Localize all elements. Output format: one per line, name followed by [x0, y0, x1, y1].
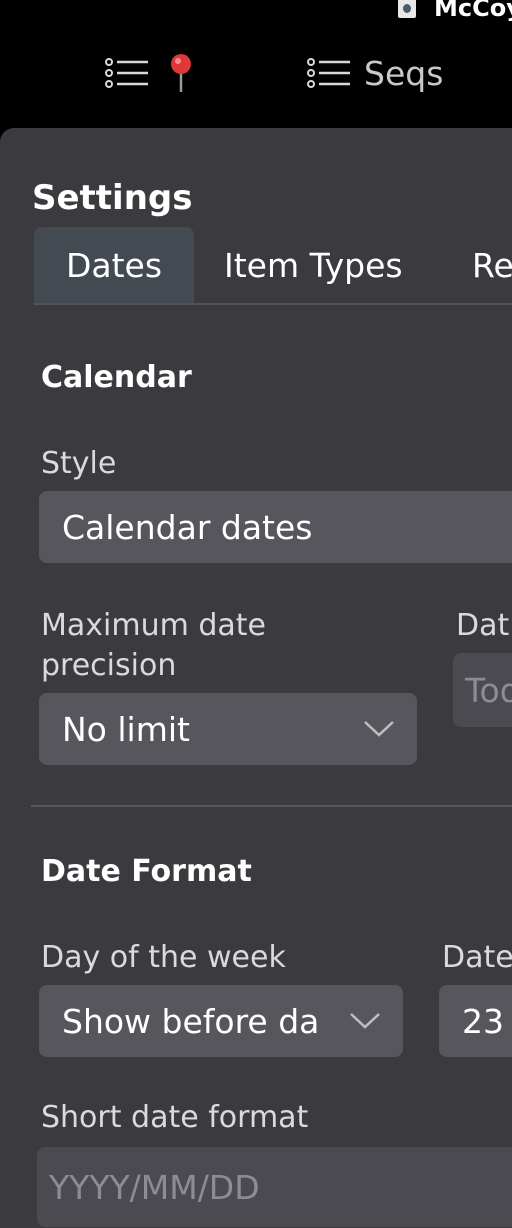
short-date-format-label: Short date format [41, 1100, 309, 1135]
chevron-down-icon [364, 721, 394, 737]
date-field-label: Dat [456, 608, 510, 643]
user-badge[interactable]: McCoy [398, 0, 512, 22]
short-date-format-placeholder: YYYY/MM/DD [49, 1167, 260, 1207]
max-precision-label: Maximum date precision [41, 606, 266, 686]
style-select-value: Calendar dates [62, 507, 313, 547]
max-precision-label-line1: Maximum date [41, 608, 266, 643]
user-name: McCoy [434, 0, 512, 22]
settings-tabs: Dates Item Types Re [34, 227, 512, 305]
day-of-week-label: Day of the week [41, 940, 286, 975]
date-order-select-value: 23 [462, 1001, 504, 1041]
max-precision-label-line2: precision [41, 648, 177, 683]
section-heading-calendar: Calendar [41, 360, 192, 395]
pushpin-icon [171, 54, 191, 92]
settings-panel: Settings Dates Item Types Re Calendar St… [0, 128, 512, 1228]
nav-pinned-lists[interactable] [104, 50, 208, 96]
list-icon [105, 58, 148, 88]
section-divider [31, 805, 512, 807]
section-heading-date-format: Date Format [41, 854, 252, 889]
tab-re[interactable]: Re [472, 227, 512, 303]
max-precision-select[interactable]: No limit [39, 693, 417, 765]
top-bar: McCoy Seqs [0, 0, 512, 112]
day-of-week-select[interactable]: Show before da [39, 985, 403, 1057]
nav-label-seqs: Seqs [364, 53, 444, 93]
date-order-label: Date [442, 940, 512, 975]
list-icon [307, 58, 350, 88]
user-avatar-icon [398, 0, 416, 18]
nav-seqs[interactable]: Seqs [306, 50, 443, 96]
date-order-select[interactable]: 23 [439, 985, 512, 1057]
style-select[interactable]: Calendar dates [39, 491, 512, 563]
date-input-placeholder: Tod [465, 670, 512, 710]
short-date-format-input[interactable]: YYYY/MM/DD [37, 1147, 512, 1227]
page-title: Settings [32, 178, 193, 218]
chevron-down-icon [350, 1013, 380, 1029]
tab-item-types[interactable]: Item Types [224, 227, 403, 303]
tab-dates[interactable]: Dates [34, 227, 194, 303]
day-of-week-select-value: Show before da [62, 1001, 320, 1041]
date-input[interactable]: Tod [453, 653, 512, 727]
max-precision-select-value: No limit [62, 709, 190, 749]
style-label: Style [41, 446, 117, 481]
